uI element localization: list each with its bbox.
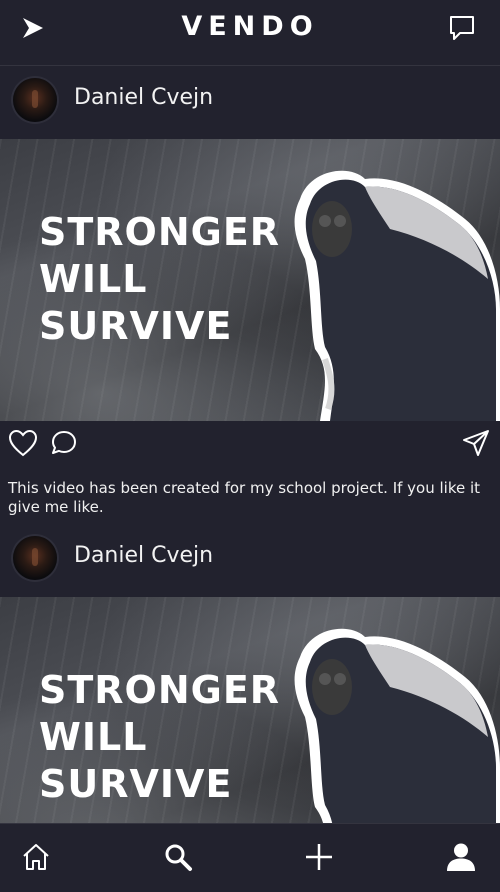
comment-icon[interactable] bbox=[50, 429, 78, 457]
post-media[interactable]: STRONGER WILL SURVIVE bbox=[0, 597, 500, 823]
post: Daniel Cvejn STRONGER WILL SURVIVE bbox=[0, 66, 500, 524]
avatar[interactable] bbox=[13, 536, 57, 580]
headline-line: WILL bbox=[39, 257, 148, 301]
plus-icon[interactable] bbox=[304, 842, 334, 872]
post: Daniel Cvejn STRONGER WILL SURVIVE bbox=[0, 524, 500, 823]
headline-line: SURVIVE bbox=[39, 762, 233, 806]
headline-line: STRONGER bbox=[39, 210, 281, 254]
post-header: Daniel Cvejn bbox=[0, 66, 500, 139]
post-caption: This video has been created for my schoo… bbox=[8, 479, 481, 516]
heart-icon[interactable] bbox=[8, 429, 38, 457]
post-spacer bbox=[0, 517, 500, 524]
hooded-figure-image bbox=[294, 170, 500, 421]
post-header: Daniel Cvejn bbox=[0, 524, 500, 597]
hooded-figure-image bbox=[294, 628, 500, 823]
post-media[interactable]: STRONGER WILL SURVIVE bbox=[0, 139, 500, 421]
home-icon[interactable] bbox=[21, 842, 51, 872]
user-icon[interactable] bbox=[446, 842, 476, 872]
top-bar: VENDO bbox=[0, 0, 500, 66]
avatar[interactable] bbox=[13, 78, 57, 122]
feed: Daniel Cvejn STRONGER WILL SURVIVE This … bbox=[0, 66, 500, 823]
bottom-navigation bbox=[0, 823, 500, 892]
media-headline: STRONGER WILL SURVIVE bbox=[39, 667, 280, 808]
media-headline: STRONGER WILL SURVIVE bbox=[39, 209, 280, 350]
post-actions bbox=[0, 421, 500, 465]
search-icon[interactable] bbox=[163, 842, 193, 872]
author-name[interactable]: Daniel Cvejn bbox=[74, 85, 213, 110]
headline-line: STRONGER bbox=[39, 668, 281, 712]
chat-icon[interactable] bbox=[448, 14, 476, 42]
headline-line: WILL bbox=[39, 715, 148, 759]
headline-line: SURVIVE bbox=[39, 304, 233, 348]
author-name[interactable]: Daniel Cvejn bbox=[74, 543, 213, 568]
send-icon[interactable] bbox=[462, 429, 490, 457]
app-logo[interactable]: VENDO bbox=[0, 11, 500, 42]
